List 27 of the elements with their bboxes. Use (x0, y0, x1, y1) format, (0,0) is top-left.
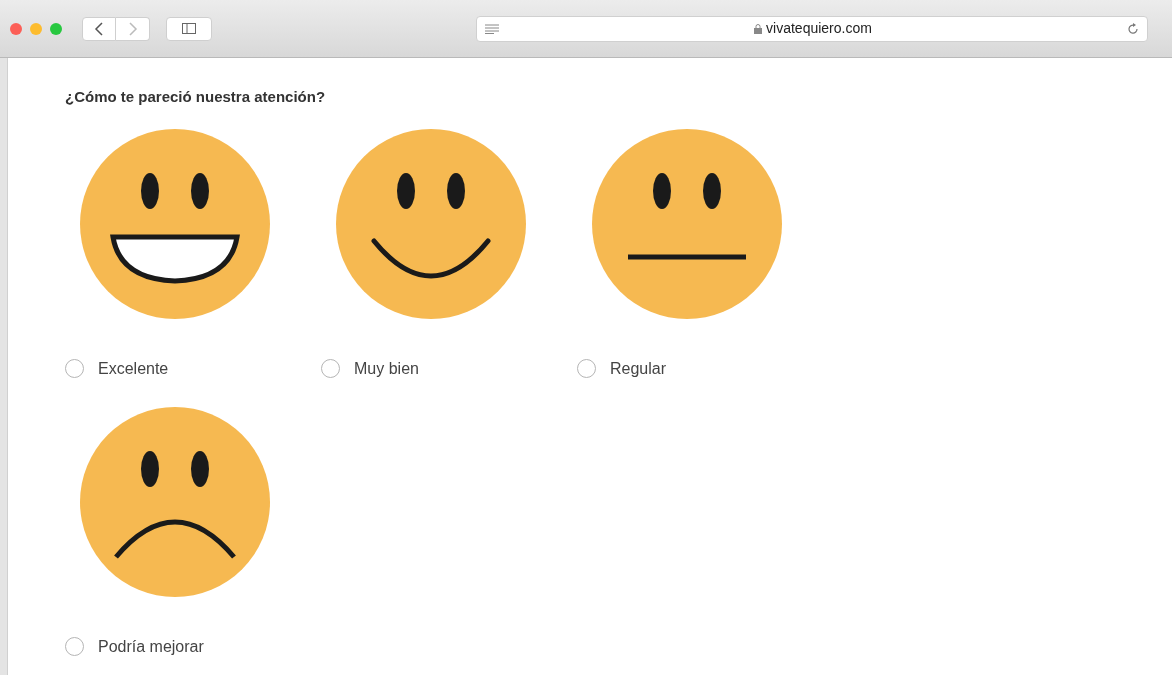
face-icon (336, 128, 526, 319)
question-title: ¿Cómo te pareció nuestra atención? (65, 87, 327, 107)
chevron-left-icon (94, 21, 104, 36)
lock-icon (754, 23, 763, 34)
face-icon (592, 128, 782, 319)
sidebar-button[interactable] (166, 16, 212, 41)
close-icon[interactable] (10, 22, 22, 35)
option-label: Podría mejorar (98, 636, 204, 657)
face-icon (80, 128, 270, 319)
sidebar-icon (182, 23, 196, 34)
url-text: vivatequiero.com (766, 19, 872, 38)
radio-button[interactable] (577, 359, 596, 378)
radio-button[interactable] (65, 359, 84, 378)
forward-button[interactable] (116, 16, 150, 41)
minimize-icon[interactable] (30, 22, 42, 35)
radio-button[interactable] (321, 359, 340, 378)
back-button[interactable] (82, 16, 116, 41)
maximize-icon[interactable] (50, 22, 62, 35)
option-label: Regular (610, 358, 667, 379)
reader-icon[interactable] (485, 23, 499, 34)
option-label: Excelente (98, 358, 169, 379)
reload-icon[interactable] (1127, 22, 1139, 35)
chevron-right-icon (127, 21, 138, 36)
address-bar[interactable]: vivatequiero.com (476, 15, 1148, 42)
radio-button[interactable] (65, 637, 84, 656)
face-icon (80, 406, 270, 597)
option-label: Muy bien (354, 358, 419, 379)
